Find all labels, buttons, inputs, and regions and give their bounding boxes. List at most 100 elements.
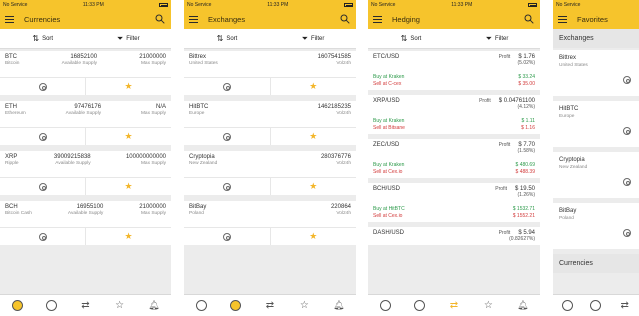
exchange-volume: 280376776 xyxy=(320,154,351,160)
tab-hedging[interactable]: ⇄ xyxy=(78,299,92,313)
buy-label: Buy at Kraken xyxy=(373,118,405,124)
star-icon: ★ xyxy=(124,231,133,241)
favorite-exchange-item[interactable]: Bittrex United States xyxy=(553,50,639,96)
details-button[interactable] xyxy=(0,128,85,145)
sell-label: Sell at Bitsane xyxy=(373,125,405,131)
favorite-button[interactable]: ★ xyxy=(269,178,357,195)
details-icon xyxy=(38,82,47,91)
sell-price: $ 1.16 xyxy=(521,125,535,131)
sort-button[interactable]: ⇅ Sort xyxy=(368,29,454,48)
tab-favorites[interactable]: ☆ xyxy=(297,299,311,313)
details-button[interactable] xyxy=(184,178,270,195)
tab-exchanges[interactable] xyxy=(44,299,58,313)
tab-hedging[interactable]: ⇄ xyxy=(618,299,632,313)
currency-symbol: BCH xyxy=(5,204,18,210)
hedge-card[interactable]: XRP/USD Profit $ 0.04761100 (4.12%) Buy at… xyxy=(368,95,540,134)
menu-icon[interactable] xyxy=(189,16,198,23)
tab-hedging[interactable]: ⇄ xyxy=(263,299,277,313)
sell-price: $ 1552.21 xyxy=(512,213,535,219)
exchange-list: Bittrex United States 1607541585 Vol24h ★ … xyxy=(184,49,356,245)
exchange-card[interactable]: Cryptopia New Zealand 280376776 Vol24h ★ xyxy=(184,151,356,195)
tab-alerts[interactable]: 🔔︎ xyxy=(332,299,346,313)
tab-hedging[interactable]: ⇄ xyxy=(447,299,461,313)
currency-card[interactable]: BCH Bitcoin Cash 16955100 Available Supply… xyxy=(0,201,171,245)
currency-card[interactable]: XRP Ripple 39009215838 Available Supply 10… xyxy=(0,151,171,195)
tab-exchanges[interactable] xyxy=(589,299,603,313)
favorite-exchange-item[interactable]: Cryptopia New Zealand xyxy=(553,152,639,198)
favorite-exchange-item[interactable]: HitBTC Europe xyxy=(553,101,639,147)
filter-button[interactable]: ⏷ Filter xyxy=(86,29,172,48)
exchange-card[interactable]: HitBTC Europe 1462185235 Vol24h ★ xyxy=(184,101,356,145)
hedge-card[interactable]: ETC/USD Profit $ 1.76 (5.02%) Buy at Krake… xyxy=(368,51,540,90)
favorite-button[interactable]: ★ xyxy=(269,128,357,145)
hedge-card[interactable]: BCH/USD Profit $ 19.50 (1.26%) Buy at HitB… xyxy=(368,183,540,222)
filter-button[interactable]: ⏷ Filter xyxy=(270,29,356,48)
sort-icon: ⇅ xyxy=(216,33,224,43)
currency-list: BTC Bitcoin 16852100 Available Supply 2100… xyxy=(0,49,171,245)
sort-button[interactable]: ⇅ Sort xyxy=(184,29,270,48)
sell-label: Sell at Cex.io xyxy=(373,169,403,175)
tab-favorites[interactable]: ☆ xyxy=(113,299,127,313)
currency-card[interactable]: BTC Bitcoin 16852100 Available Supply 2100… xyxy=(0,51,171,95)
sell-label: Sell at C-cex xyxy=(373,81,402,87)
currency-card[interactable]: ETH Ethereum 97476176 Available Supply N/A… xyxy=(0,101,171,145)
filter-icon: ⏷ xyxy=(301,33,309,43)
menu-icon[interactable] xyxy=(558,16,567,23)
currencies-icon xyxy=(379,300,391,311)
search-icon[interactable] xyxy=(524,14,534,24)
details-icon[interactable] xyxy=(623,76,631,84)
tab-exchanges[interactable] xyxy=(229,299,243,313)
exchange-card[interactable]: Bittrex United States 1607541585 Vol24h ★ xyxy=(184,51,356,95)
favorite-button[interactable]: ★ xyxy=(85,128,171,145)
menu-icon[interactable] xyxy=(373,16,382,23)
sell-label: Sell at Cex.io xyxy=(373,213,403,219)
details-button[interactable] xyxy=(0,78,85,95)
filter-button[interactable]: ⏷ Filter xyxy=(454,29,540,48)
tab-currencies[interactable] xyxy=(560,299,574,313)
details-button[interactable] xyxy=(0,228,85,245)
details-icon xyxy=(222,182,231,191)
tab-currencies[interactable] xyxy=(378,299,392,313)
buy-price: $ 1.11 xyxy=(521,118,535,124)
details-button[interactable] xyxy=(184,228,270,245)
available-supply-label: Available Supply xyxy=(61,61,98,66)
tab-currencies[interactable] xyxy=(10,299,24,313)
star-icon: ★ xyxy=(309,131,318,141)
hedge-card[interactable]: ZEC/USD Profit $ 7.70 (1.58%) Buy at Krake… xyxy=(368,139,540,178)
favorites-icon: ☆ xyxy=(115,300,125,311)
favorite-button[interactable]: ★ xyxy=(85,78,171,95)
exchange-card[interactable]: BitBay Poland 220864 Vol24h ★ xyxy=(184,201,356,245)
battery-icon xyxy=(343,3,353,7)
details-icon[interactable] xyxy=(623,178,631,186)
details-button[interactable] xyxy=(184,78,270,95)
tab-exchanges[interactable] xyxy=(413,299,427,313)
favorite-button[interactable]: ★ xyxy=(85,178,171,195)
exchange-country: Poland xyxy=(559,216,574,221)
hedge-card[interactable]: DASH/USD Profit $ 5.94 (0.82627%) xyxy=(368,227,540,245)
sort-button[interactable]: ⇅ Sort xyxy=(0,29,86,48)
exchange-volume: 1607541585 xyxy=(317,54,351,60)
details-button[interactable] xyxy=(184,128,270,145)
available-supply: 97476176 xyxy=(74,104,102,110)
search-icon[interactable] xyxy=(340,14,350,24)
menu-icon[interactable] xyxy=(5,16,14,23)
search-icon[interactable] xyxy=(155,14,165,24)
favorite-exchange-item[interactable]: BitBay Poland xyxy=(553,203,639,249)
tab-alerts[interactable]: 🔔︎ xyxy=(516,299,530,313)
tab-favorites[interactable]: ☆ xyxy=(481,299,495,313)
favorite-button[interactable]: ★ xyxy=(269,228,357,245)
details-icon[interactable] xyxy=(623,127,631,135)
details-icon[interactable] xyxy=(623,229,631,237)
exchange-country: New Zealand xyxy=(189,161,218,166)
favorite-button[interactable]: ★ xyxy=(269,78,357,95)
buy-price: $ 1532.71 xyxy=(512,206,535,212)
details-icon xyxy=(222,232,231,241)
favorites-icon: ☆ xyxy=(483,300,493,311)
sort-filter-toolbar: ⇅ Sort ⏷ Filter xyxy=(184,29,356,49)
sell-price: $ 488.39 xyxy=(515,169,535,175)
favorite-button[interactable]: ★ xyxy=(85,228,171,245)
tab-currencies[interactable] xyxy=(194,299,208,313)
battery-icon xyxy=(527,3,537,7)
tab-alerts[interactable]: 🔔︎ xyxy=(147,299,161,313)
details-button[interactable] xyxy=(0,178,85,195)
